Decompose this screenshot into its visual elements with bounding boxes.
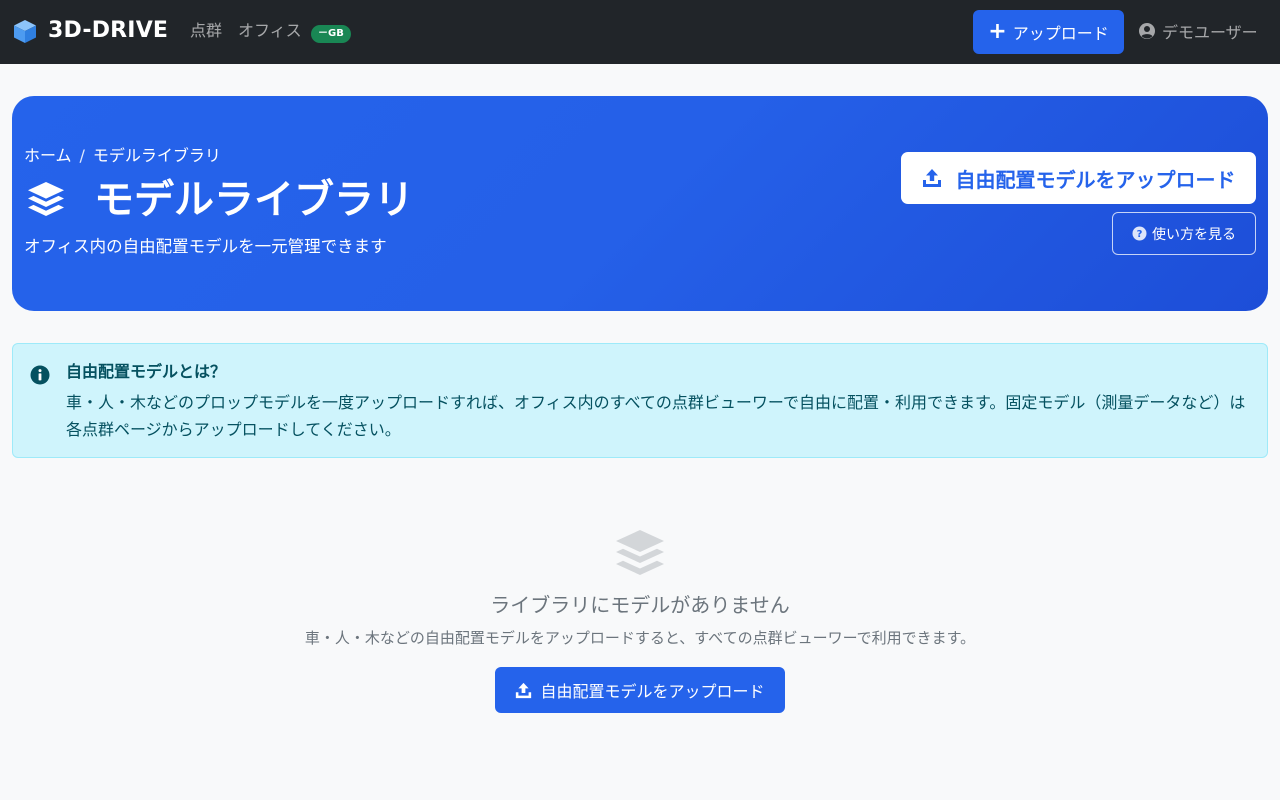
brand-name: 3D-DRIVE (48, 18, 169, 43)
page-subtitle: オフィス内の自由配置モデルを一元管理できます (24, 237, 387, 256)
how-to-button-label: 使い方を見る (1152, 226, 1236, 243)
how-to-button[interactable]: ? 使い方を見る (1112, 212, 1256, 255)
layers-icon (28, 182, 64, 216)
empty-state-upload-button-label: 自由配置モデルをアップロード (540, 682, 765, 701)
info-body: 車・人・木などのプロップモデルを一度アップロードすれば、オフィス内のすべての点群… (66, 393, 1246, 439)
empty-state-title: ライブラリにモデルがありません (490, 593, 790, 617)
plus-icon: + (988, 19, 1007, 44)
storage-badge: －GB (311, 25, 351, 43)
info-icon (30, 365, 50, 385)
upload-button-label: アップロード (1012, 24, 1109, 43)
breadcrumb-separator: / (79, 146, 85, 165)
question-circle-icon: ? (1132, 226, 1147, 241)
upload-model-button-label: 自由配置モデルをアップロード (955, 167, 1236, 192)
upload-icon (922, 169, 941, 187)
user-name: デモユーザー (1162, 23, 1258, 42)
info-alert: 自由配置モデルとは？ 車・人・木などのプロップモデルを一度アップロードすれば、オ… (12, 343, 1268, 458)
info-title: 自由配置モデルとは？ (66, 362, 227, 381)
user-menu[interactable]: デモユーザー (1138, 19, 1258, 43)
empty-state-upload-button[interactable]: 自由配置モデルをアップロード (495, 667, 785, 713)
page-title: モデルライブラリ (94, 177, 414, 223)
cube-icon (14, 20, 36, 43)
upload-icon (516, 682, 532, 698)
nav-link-pointclouds[interactable]: 点群 (190, 20, 222, 42)
top-navbar: 3D-DRIVE 点群 オフィス －GB + アップロード デモユーザー (0, 0, 1280, 64)
user-circle-icon (1139, 23, 1155, 39)
breadcrumb-current: モデルライブラリ (92, 146, 221, 165)
svg-text:?: ? (1137, 229, 1143, 240)
page-title-row: モデルライブラリ (24, 174, 414, 226)
upload-model-button[interactable]: 自由配置モデルをアップロード (901, 152, 1256, 204)
breadcrumb-home[interactable]: ホーム (24, 146, 72, 166)
nav-link-office[interactable]: オフィス (238, 20, 302, 42)
brand-link[interactable]: 3D-DRIVE (12, 18, 168, 44)
layers-icon (616, 530, 664, 575)
page-header-hero: ホーム / モデルライブラリ モデルライブラリ オフィス内の自由配置モデルを一元… (12, 96, 1268, 311)
breadcrumb: ホーム / モデルライブラリ (24, 146, 221, 166)
upload-button[interactable]: + アップロード (973, 10, 1124, 54)
empty-state-description: 車・人・木などの自由配置モデルをアップロードすると、すべての点群ビューワーで利用… (304, 629, 976, 647)
